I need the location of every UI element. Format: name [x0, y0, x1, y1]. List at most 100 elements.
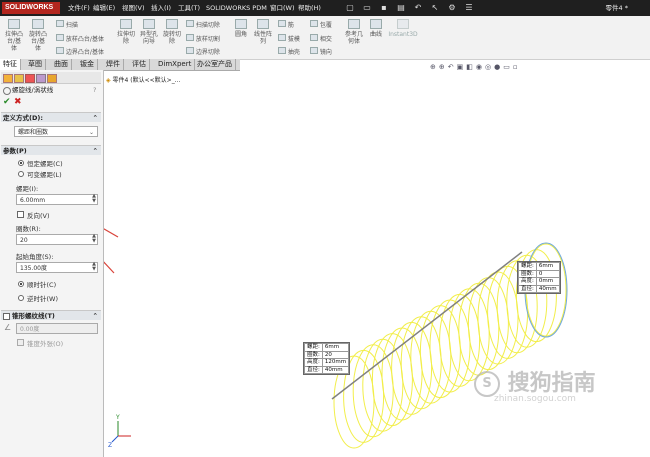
tab-sheet-metal[interactable]: 钣金 [77, 59, 98, 70]
loft-label: 放样凸台/基体 [65, 36, 104, 43]
boundary-boss-button[interactable]: 边界凸台/基体 [56, 47, 104, 56]
sweep-cut-button[interactable]: 扫描切除 [186, 20, 220, 29]
boundary-label: 边界凸台/基体 [65, 49, 104, 56]
title-bar: SOLIDWORKS 文件(F) 编辑(E) 视图(V) 插入(I) 工具(T)… [0, 0, 650, 16]
variable-pitch-radio[interactable] [18, 171, 24, 177]
dimxpert-tab-icon[interactable] [36, 74, 46, 83]
taper-outward-checkbox[interactable] [17, 339, 24, 346]
menu-file[interactable]: 文件(F) [68, 0, 90, 16]
counterclockwise-radio[interactable] [18, 295, 24, 301]
tab-features[interactable]: 特征 [0, 59, 21, 70]
clockwise-radio[interactable] [18, 281, 24, 287]
tab-surfaces[interactable]: 曲面 [51, 59, 72, 70]
callout-value: 120mm [321, 358, 350, 367]
reference-geometry-button[interactable]: 参考几 何体 [342, 19, 366, 45]
define-by-select[interactable]: 螺距和圈数 ⌄ [14, 126, 98, 137]
curves-button[interactable]: 曲线 [368, 19, 384, 38]
tapered-helix-header[interactable]: 锥形螺纹线(T) ⌃ [1, 310, 101, 320]
constant-pitch-radio[interactable] [18, 160, 24, 166]
extrude-boss-button[interactable]: 拉伸凸 台/基 体 [4, 19, 24, 52]
save-icon[interactable]: ▪ [379, 3, 389, 13]
property-manager-tab-icon[interactable] [14, 74, 24, 83]
draft-button[interactable]: 拔模 [278, 34, 300, 43]
feature-tree-tab-icon[interactable] [3, 74, 13, 83]
tapered-helix-checkbox[interactable] [3, 312, 10, 320]
collapse-icon[interactable]: ⌃ [93, 311, 98, 321]
triad-z-label: Z [108, 442, 112, 449]
rebuild-icon[interactable]: ⚙ [447, 3, 457, 13]
rib-button[interactable]: 筋 [278, 20, 294, 29]
menu-view[interactable]: 视图(V) [122, 0, 145, 16]
callout-key: 螺距: [304, 343, 323, 352]
mirror-button[interactable]: 镜向 [310, 47, 332, 56]
graphics-area[interactable]: ◈ 零件4 (默认<<默认>_... ⊕⊕↶▣◧◉◎●▭▫ Y Z 螺距: 6mm… [104, 59, 650, 457]
options-icon[interactable]: ☰ [464, 3, 474, 13]
wrap-button[interactable]: 包覆 [310, 20, 332, 29]
revolve-cut-button[interactable]: 旋转切 除 [162, 19, 182, 45]
menu-help[interactable]: 帮助(H) [298, 0, 321, 16]
help-icon[interactable]: ? [93, 86, 96, 95]
taper-angle-value: 0.00度 [20, 326, 40, 333]
linear-pattern-button[interactable]: 线性阵 列 [252, 19, 274, 45]
cancel-x-icon[interactable]: ✖ [14, 98, 22, 107]
intersect-label: 相交 [319, 36, 332, 43]
fillet-button[interactable]: 圆角 [232, 19, 250, 38]
loft-boss-button[interactable]: 放样凸台/基体 [56, 34, 104, 43]
menu-edit[interactable]: 编辑(E) [93, 0, 115, 16]
extrude-cut-button[interactable]: 拉伸切 除 [116, 19, 136, 45]
parameters-header[interactable]: 参数(P) ⌃ [1, 145, 101, 155]
taper-angle-icon: ∠ [4, 323, 12, 332]
pitch-input[interactable]: 6.00mm ▲ ▼ [16, 194, 98, 205]
undo-icon[interactable]: ↶ [413, 3, 423, 13]
collapse-icon[interactable]: ⌃ [93, 146, 98, 156]
start-angle-input[interactable]: 135.00度 ▲ ▼ [16, 262, 98, 273]
instant3d-button[interactable]: Instant3D [388, 19, 418, 38]
extrude-cut-icon [120, 19, 132, 29]
taper-angle-input[interactable]: 0.00度 [16, 323, 98, 334]
extrude-boss-icon [8, 19, 20, 29]
spin-up-down-icon[interactable]: ▲ ▼ [92, 194, 96, 204]
instant3d-icon [397, 19, 409, 29]
new-file-icon[interactable]: ▢ [345, 3, 355, 13]
shell-button[interactable]: 抽壳 [278, 47, 300, 56]
callout-key: 螺距: [518, 262, 537, 271]
revolve-boss-button[interactable]: 旋转凸 台/基 体 [27, 19, 49, 52]
menu-pdm[interactable]: SOLIDWORKS PDM [206, 0, 267, 16]
reference-geometry-icon [348, 19, 360, 29]
spin-up-down-icon[interactable]: ▲ ▼ [92, 262, 96, 272]
collapse-icon[interactable]: ⌃ [93, 113, 98, 123]
reverse-label: 反向(V) [27, 212, 50, 220]
menu-insert[interactable]: 插入(I) [151, 0, 171, 16]
helix-end-callout[interactable]: 螺距: 6mm 圈数: 0 高度: 0mm 直径: 40mm [517, 261, 561, 294]
callout-value: 40mm [535, 284, 560, 293]
intersect-button[interactable]: 相交 [310, 34, 332, 43]
ok-check-icon[interactable]: ✔ [3, 98, 11, 107]
menu-tools[interactable]: 工具(T) [178, 0, 200, 16]
display-manager-tab-icon[interactable] [47, 74, 57, 83]
tab-sketch[interactable]: 草图 [25, 59, 46, 70]
intersect-icon [310, 34, 318, 41]
open-file-icon[interactable]: ▭ [362, 3, 372, 13]
clockwise-label: 顺时针(C) [27, 281, 57, 289]
menu-window[interactable]: 窗口(W) [270, 0, 295, 16]
revolve-cut-label: 旋转切 除 [162, 31, 181, 45]
boundary-cut-button[interactable]: 边界切除 [186, 47, 220, 56]
helix-start-callout[interactable]: 螺距: 6mm 圈数: 20 高度: 120mm 直径: 40mm [303, 342, 351, 375]
reverse-checkbox[interactable] [17, 211, 24, 218]
hole-wizard-button[interactable]: 异型孔 向导 [139, 19, 159, 45]
loft-cut-button[interactable]: 放样切割 [186, 34, 220, 43]
sweep-button[interactable]: 扫描 [56, 20, 78, 29]
tapered-helix-label: 锥形螺纹线(T) [12, 312, 55, 320]
print-icon[interactable]: ▤ [396, 3, 406, 13]
variable-pitch-label: 可变螺距(L) [27, 171, 62, 179]
revolutions-input[interactable]: 20 ▲ ▼ [16, 234, 98, 245]
panel-tab-strip [1, 72, 101, 84]
loft-icon [56, 34, 64, 41]
spin-up-down-icon[interactable]: ▲ ▼ [92, 234, 96, 244]
select-icon[interactable]: ↖ [430, 3, 440, 13]
fillet-label: 圆角 [234, 31, 247, 38]
define-by-header[interactable]: 定义方式(D): ⌃ [1, 112, 101, 122]
configuration-tab-icon[interactable] [25, 74, 35, 83]
callout-value: 0mm [535, 277, 560, 286]
callout-value: 6mm [321, 343, 350, 352]
